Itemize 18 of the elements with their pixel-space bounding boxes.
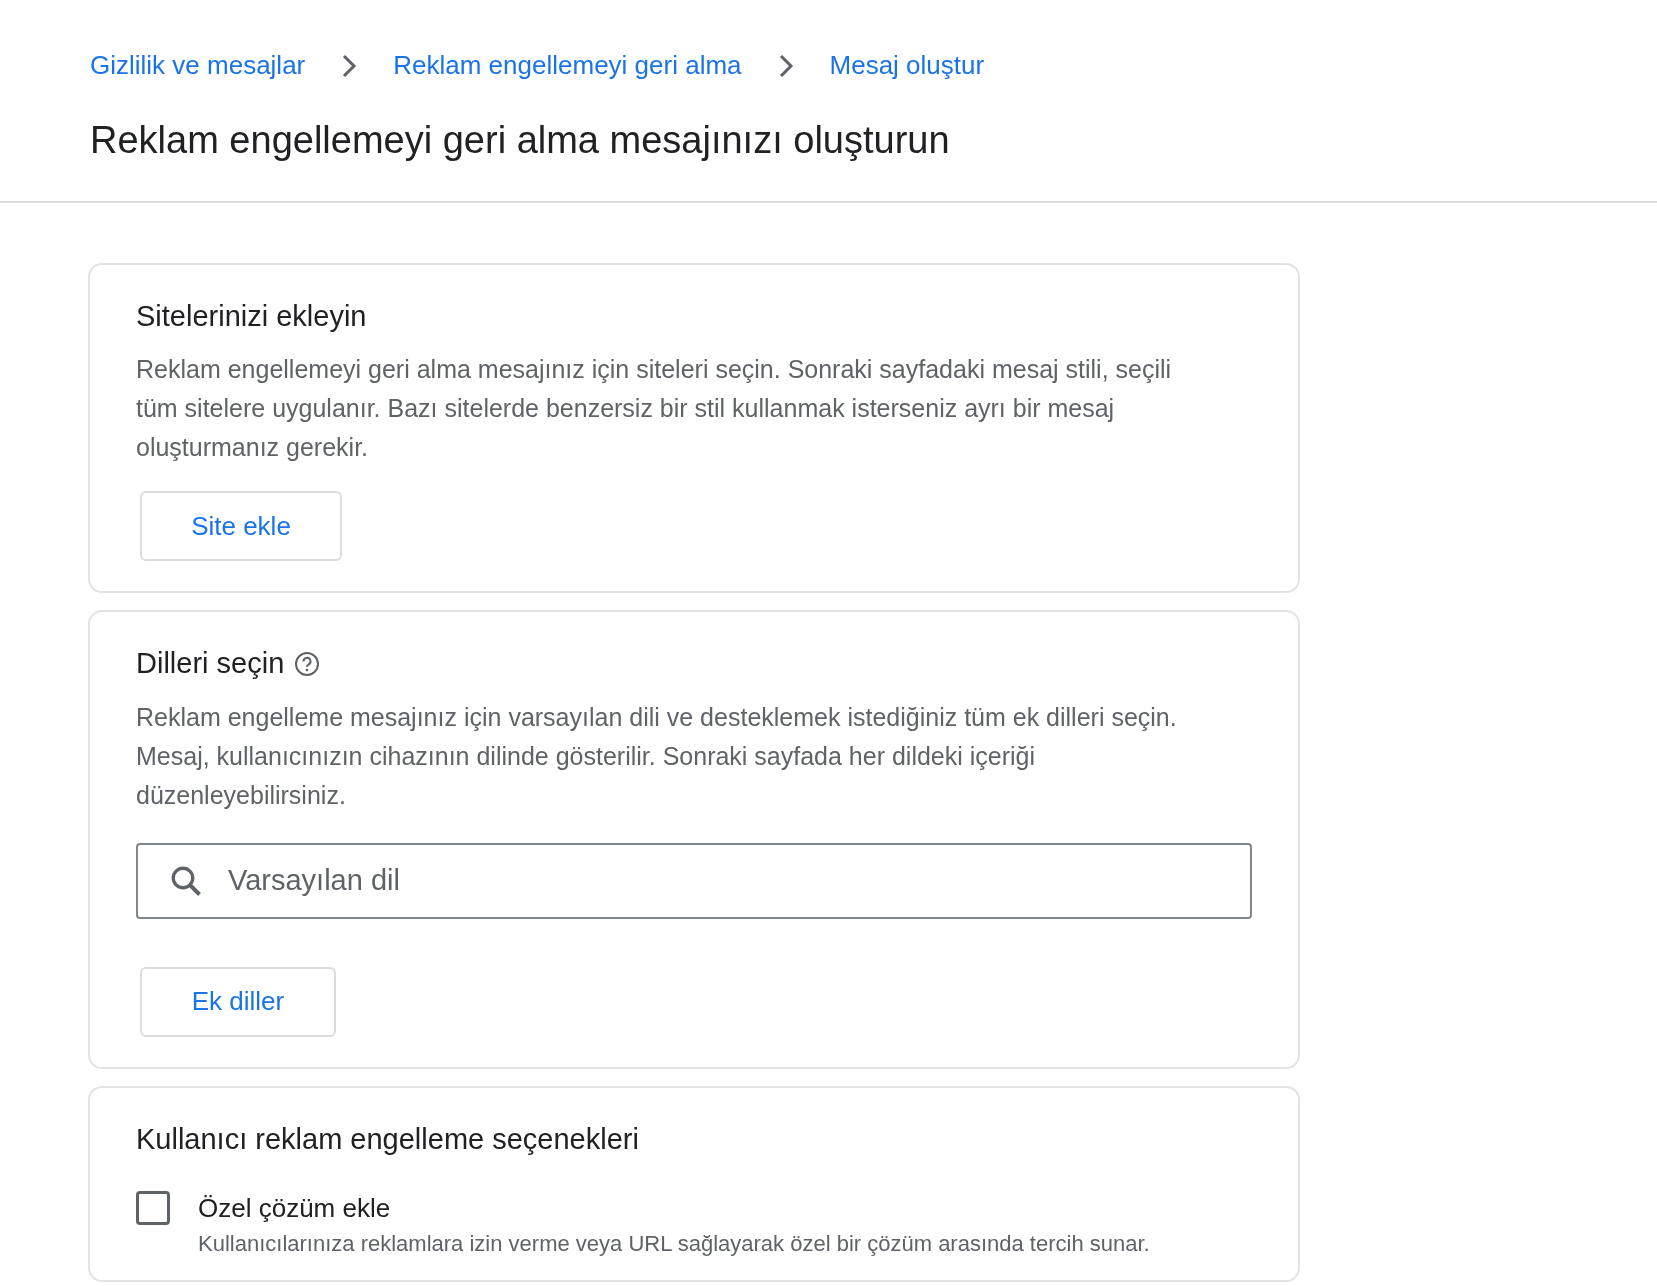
- chevron-right-icon: [341, 52, 358, 79]
- checkbox[interactable]: [136, 1191, 170, 1225]
- option-label: Özel çözüm ekle: [198, 1192, 392, 1225]
- option-description: Kullanıcılarınıza reklamlara izin verme veya URL sağlayarak özel bir çözüm arasında tercih sunar.: [198, 1230, 1150, 1258]
- help-icon: [294, 650, 321, 677]
- card-heading: Kullanıcı reklam engelleme seçenekleri: [136, 1121, 640, 1157]
- card-description: Reklam engelleme mesajınız için varsayılan dili ve desteklemek istediğiniz tüm ek dilleri seçin. Mesaj, kullanıcınızın cihazının dilinde gösterilir. Sonraki sayfada her dildeki içeriği düzenleyebilirsiniz.: [136, 701, 1178, 811]
- breadcrumb-link[interactable]: Reklam engellemeyi geri alma: [393, 46, 742, 85]
- chevron-right-icon: [777, 52, 794, 79]
- card-description: Reklam engellemeyi geri alma mesajınız için siteleri seçin. Sonraki sayfadaki mesaj stili, seçili tüm sitelere uygulanır. Bazı sitelerde benzersiz bir stil kullanmak isterseniz ayrı bir mesaj oluşturmanız gerekir.: [136, 354, 1173, 463]
- page-title: Reklam engellemeyi geri alma mesajınızı oluşturun: [90, 118, 951, 163]
- language-search-field[interactable]: Varsayılan dil: [136, 842, 1252, 919]
- additional-languages-button[interactable]: Ek diller: [140, 966, 336, 1037]
- breadcrumb-link[interactable]: Gizlilik ve mesajlar: [90, 46, 306, 85]
- breadcrumb-link[interactable]: Mesaj oluştur: [829, 46, 985, 85]
- card-heading: Dilleri seçin: [136, 646, 285, 681]
- site-add-button[interactable]: Site ekle: [140, 491, 342, 561]
- card-heading: Sitelerinizi ekleyin: [136, 298, 368, 334]
